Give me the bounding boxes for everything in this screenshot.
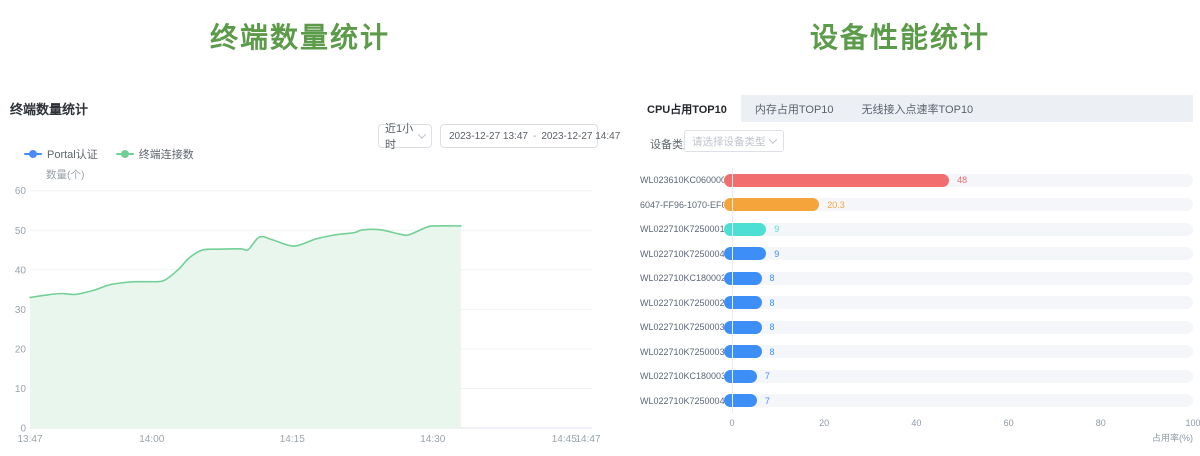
bar[interactable] [724, 223, 766, 236]
x-tick-label: 14:30 [420, 434, 445, 445]
time-range-select-value: 近1小时 [385, 120, 419, 152]
y-tick-label: 30 [15, 305, 27, 316]
bar-track: 8 [724, 321, 1193, 334]
chevron-down-icon [769, 135, 777, 143]
bar-chart-x-axis: 020406080100 [732, 418, 1193, 430]
bar-track: 20.3 [724, 198, 1193, 211]
y-tick-label: 0 [20, 424, 26, 435]
perf-tab-bar: CPU占用TOP10内存占用TOP10无线接入点速率TOP10 [633, 95, 1193, 122]
legend-item-1[interactable]: 终端连接数 [116, 146, 194, 162]
y-tick-label: 50 [15, 226, 27, 237]
bar-category-label: WL022710K725000470 [640, 396, 724, 406]
bar-row: 6047-FF96-1070-EF0A 20.3 [640, 193, 1193, 218]
y-tick-label: 10 [15, 384, 27, 395]
bar-category-label: 6047-FF96-1070-EF0A [640, 200, 724, 210]
bar-track: 9 [724, 247, 1193, 260]
bar-row: WL022710KC18000280 8 [640, 266, 1193, 291]
bar-value-label: 7 [765, 396, 770, 406]
legend-label: 终端连接数 [139, 146, 194, 162]
bar-category-label: WL023610KC06000043 [640, 175, 724, 185]
bar-track: 48 [724, 174, 1193, 187]
y-tick-label: 20 [15, 344, 27, 355]
bar-value-label: 8 [770, 322, 775, 332]
bar[interactable] [724, 198, 819, 211]
bar-x-tick-label: 40 [911, 418, 921, 428]
bar[interactable] [724, 296, 762, 309]
bar[interactable] [724, 174, 949, 187]
bar-category-label: WL022710K725000272 [640, 298, 724, 308]
bar-value-label: 20.3 [827, 200, 845, 210]
legend-marker-icon [116, 153, 134, 155]
bar-category-label: WL022710KC18000280 [640, 273, 724, 283]
terminal-stats-card-header: 终端数量统计 [10, 99, 88, 118]
bar-value-label: 9 [774, 224, 779, 234]
bar-row: WL022710K725000307 8 [640, 315, 1193, 340]
bar-x-tick-label: 20 [819, 418, 829, 428]
date-start: 2023-12-27 13:47 [449, 131, 528, 142]
bar[interactable] [724, 394, 757, 407]
device-type-placeholder: 请选择设备类型 [692, 134, 766, 149]
bar-x-tick-label: 60 [1004, 418, 1014, 428]
x-tick-label: 14:47 [575, 434, 600, 445]
date-end: 2023-12-27 14:47 [541, 131, 620, 142]
terminal-stats-page-title: 终端数量统计 [0, 16, 600, 56]
y-tick-label: 60 [15, 186, 27, 197]
bar-row: WL022710K725000409 9 [640, 242, 1193, 267]
bar-value-label: 48 [957, 175, 967, 185]
bar-chart-axis-line [732, 168, 733, 413]
bar[interactable] [724, 345, 762, 358]
datetime-range-picker[interactable]: 2023-12-27 13:47 - 2023-12-27 14:47 [440, 124, 598, 148]
bar-category-label: WL022710KC18000372 [640, 371, 724, 381]
bar-track: 8 [724, 272, 1193, 285]
series-area-1 [30, 226, 461, 428]
x-tick-label: 14:45 [552, 434, 577, 445]
date-separator: - [533, 131, 536, 142]
bar-row: WL022710K725000369 8 [640, 340, 1193, 365]
bar-value-label: 7 [765, 371, 770, 381]
time-range-select[interactable]: 近1小时 [378, 124, 432, 148]
bar-track: 8 [724, 296, 1193, 309]
tab-1[interactable]: 内存占用TOP10 [741, 95, 848, 122]
bar-row: WL022710K725000102 9 [640, 217, 1193, 242]
y-tick-label: 40 [15, 265, 27, 276]
device-perf-page-title: 设备性能统计 [600, 16, 1200, 56]
bar-track: 8 [724, 345, 1193, 358]
bar-x-tick-label: 100 [1185, 418, 1200, 428]
cpu-top10-bar-chart: WL023610KC06000043 48 6047-FF96-1070-EF0A 2… [640, 168, 1193, 413]
x-tick-label: 14:00 [139, 434, 164, 445]
bar-x-tick-label: 0 [729, 418, 734, 428]
bar-track: 7 [724, 394, 1193, 407]
bar-value-label: 8 [770, 273, 775, 283]
x-tick-label: 14:15 [280, 434, 305, 445]
legend-item-0[interactable]: Portal认证 [24, 146, 98, 162]
legend-label: Portal认证 [47, 146, 98, 162]
bar[interactable] [724, 370, 757, 383]
bar-track: 9 [724, 223, 1193, 236]
tab-0[interactable]: CPU占用TOP10 [633, 95, 741, 122]
bar-category-label: WL022710K725000369 [640, 347, 724, 357]
bar[interactable] [724, 272, 762, 285]
bar-row: WL023610KC06000043 48 [640, 168, 1193, 193]
bar-category-label: WL022710K725000409 [640, 249, 724, 259]
bar-row: WL022710K725000272 8 [640, 291, 1193, 316]
terminal-count-area-chart[interactable]: 0 10 20 30 40 50 60 13:47 14:00 14:15 14:30 14:4514… [0, 175, 600, 455]
chart-legend: Portal认证 终端连接数 [24, 146, 194, 162]
legend-marker-icon [24, 153, 42, 155]
x-tick-label: 13:47 [17, 434, 42, 445]
bar-row: WL022710KC18000372 7 [640, 364, 1193, 389]
tab-2[interactable]: 无线接入点速率TOP10 [848, 95, 988, 122]
bar-category-label: WL022710K725000102 [640, 224, 724, 234]
bar-value-label: 8 [770, 347, 775, 357]
bar-track: 7 [724, 370, 1193, 383]
bar-chart-x-axis-name: 占用率(%) [732, 431, 1193, 444]
device-type-select[interactable]: 请选择设备类型 [684, 130, 784, 152]
bar-row: WL022710K725000470 7 [640, 389, 1193, 414]
bar-x-tick-label: 80 [1096, 418, 1106, 428]
bar-value-label: 9 [774, 249, 779, 259]
bar[interactable] [724, 321, 762, 334]
bar[interactable] [724, 247, 766, 260]
bar-value-label: 8 [770, 298, 775, 308]
bar-category-label: WL022710K725000307 [640, 322, 724, 332]
chevron-down-icon [418, 130, 426, 138]
